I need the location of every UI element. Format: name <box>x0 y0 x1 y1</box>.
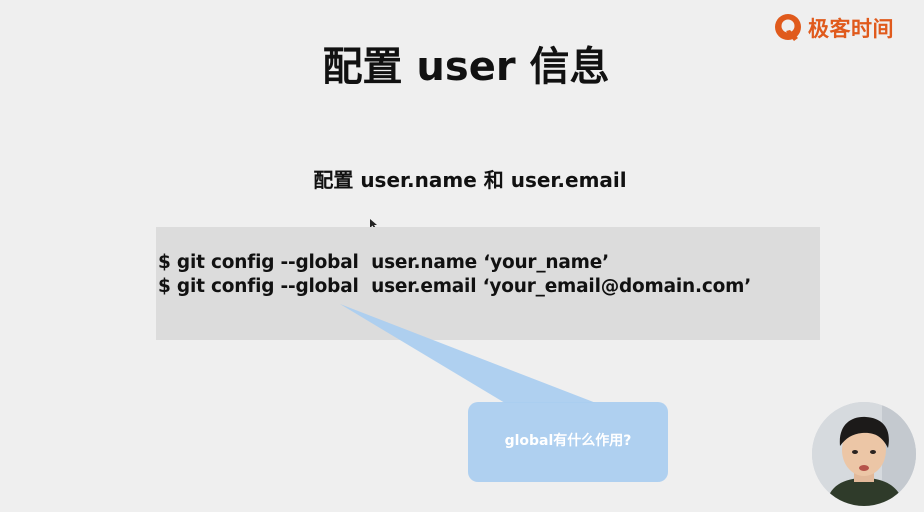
callout-text: global有什么作用? <box>504 433 632 449</box>
presenter-avatar-icon <box>812 402 916 506</box>
code-line-name: $ git config --global user.name ‘your_na… <box>158 252 609 273</box>
slide-subtitle: 配置 user.name 和 user.email <box>313 168 627 192</box>
presenter-video <box>812 402 916 506</box>
slide-title: 配置 user 信息 <box>322 44 610 90</box>
code-line-email: $ git config --global user.email ‘your_e… <box>158 276 752 297</box>
slide: 极客时间 配置 user 信息 配置 user.name 和 user.emai… <box>0 0 924 512</box>
code-block: $ git config --global user.name ‘your_na… <box>156 227 820 340</box>
